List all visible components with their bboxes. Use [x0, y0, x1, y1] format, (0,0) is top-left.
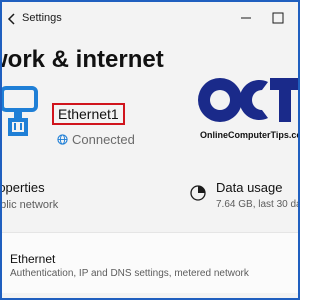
- data-usage-title[interactable]: Data usage: [216, 180, 283, 195]
- settings-window: Settings work & internet Ethernet1 Conne…: [0, 0, 300, 300]
- ethernet-card-title: Ethernet: [10, 252, 56, 266]
- properties-subtitle: ublic network: [0, 199, 59, 211]
- data-usage-icon: [190, 185, 206, 201]
- logo-caption: OnlineComputerTips.com: [200, 130, 300, 140]
- globe-icon: [57, 134, 68, 145]
- ethernet-card-subtitle: Authentication, IP and DNS settings, met…: [10, 268, 249, 279]
- title-bar: Settings: [2, 2, 298, 36]
- minimize-icon[interactable]: [236, 8, 256, 28]
- back-arrow-icon[interactable]: [4, 11, 20, 27]
- status-text: Connected: [72, 132, 135, 147]
- data-usage-subtitle: 7.64 GB, last 30 days: [216, 199, 298, 210]
- ethernet-icon: [2, 86, 38, 136]
- maximize-icon[interactable]: [268, 8, 288, 28]
- window-title: Settings: [22, 12, 62, 24]
- oct-logo: [198, 78, 298, 122]
- adapter-name: Ethernet1: [52, 103, 125, 125]
- connection-status: Connected: [57, 132, 135, 147]
- page-title: work & internet: [0, 46, 164, 73]
- properties-title: roperties: [2, 180, 45, 195]
